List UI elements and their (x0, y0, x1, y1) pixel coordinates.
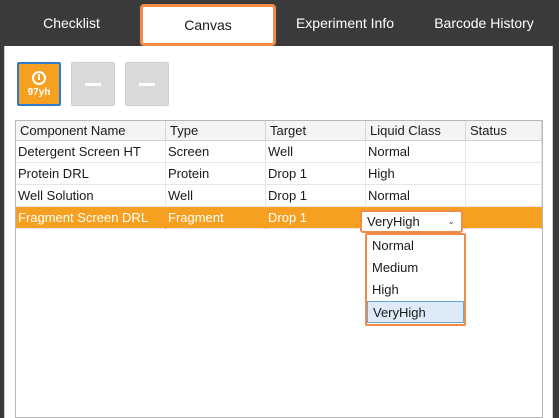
liquid-class-selected-value: VeryHigh (367, 214, 420, 229)
cell-type: Protein (166, 163, 266, 185)
chevron-down-icon[interactable]: ⌄ (447, 216, 455, 227)
cell-target: Drop 1 (266, 185, 366, 207)
tab-barcode-history[interactable]: Barcode History (414, 0, 554, 46)
plate-toolbar: 97yh (17, 62, 169, 108)
cell-type: Well (166, 185, 266, 207)
minus-icon (85, 82, 101, 86)
plate-time-button[interactable]: 97yh (17, 62, 61, 106)
cell-status (466, 185, 542, 207)
table-row[interactable]: Protein DRL Protein Drop 1 High (16, 163, 542, 185)
tab-checklist[interactable]: Checklist (4, 0, 139, 46)
cell-type: Fragment (166, 207, 266, 229)
table-row[interactable]: Detergent Screen HT Screen Well Normal (16, 141, 542, 163)
cell-liquid-class[interactable]: High (366, 163, 466, 185)
plate-time-label: 97yh (27, 86, 51, 98)
tab-bar: Checklist Canvas Experiment Info Barcode… (0, 0, 559, 46)
clock-icon (32, 70, 46, 85)
cell-target: Drop 1 (266, 207, 366, 229)
cell-liquid-class[interactable]: Normal (366, 141, 466, 163)
liquid-class-option-medium[interactable]: Medium (367, 257, 464, 279)
tab-experiment-info[interactable]: Experiment Info (280, 0, 410, 46)
cell-status (466, 163, 542, 185)
cell-type: Screen (166, 141, 266, 163)
cell-component-name: Well Solution (16, 185, 166, 207)
liquid-class-dropdown: Normal Medium High VeryHigh (365, 233, 466, 326)
liquid-class-option-normal[interactable]: Normal (367, 235, 464, 257)
column-header-status[interactable]: Status (466, 121, 542, 141)
liquid-class-option-veryhigh[interactable]: VeryHigh (367, 301, 464, 323)
column-header-liquid-class[interactable]: Liquid Class (366, 121, 466, 141)
cell-status (466, 207, 542, 229)
table-row[interactable]: Well Solution Well Drop 1 Normal (16, 185, 542, 207)
canvas-panel: 97yh Component Name Type Target Liquid C… (4, 46, 553, 418)
grid-header: Component Name Type Target Liquid Class … (16, 121, 542, 141)
cell-status (466, 141, 542, 163)
cell-target: Drop 1 (266, 163, 366, 185)
tab-canvas[interactable]: Canvas (140, 4, 276, 46)
empty-slot-button-2[interactable] (125, 62, 169, 106)
column-header-component-name[interactable]: Component Name (16, 121, 166, 141)
column-header-type[interactable]: Type (166, 121, 266, 141)
cell-liquid-class[interactable]: Normal (366, 185, 466, 207)
column-header-target[interactable]: Target (266, 121, 366, 141)
app-window: Checklist Canvas Experiment Info Barcode… (0, 0, 559, 418)
liquid-class-option-high[interactable]: High (367, 279, 464, 301)
liquid-class-select[interactable]: VeryHigh ⌄ (360, 210, 463, 233)
cell-component-name: Protein DRL (16, 163, 166, 185)
minus-icon (139, 82, 155, 86)
empty-slot-button-1[interactable] (71, 62, 115, 106)
table-row-selected[interactable]: Fragment Screen DRL Fragment Drop 1 (16, 207, 542, 229)
cell-component-name: Fragment Screen DRL (16, 207, 166, 229)
cell-component-name: Detergent Screen HT (16, 141, 166, 163)
cell-target: Well (266, 141, 366, 163)
